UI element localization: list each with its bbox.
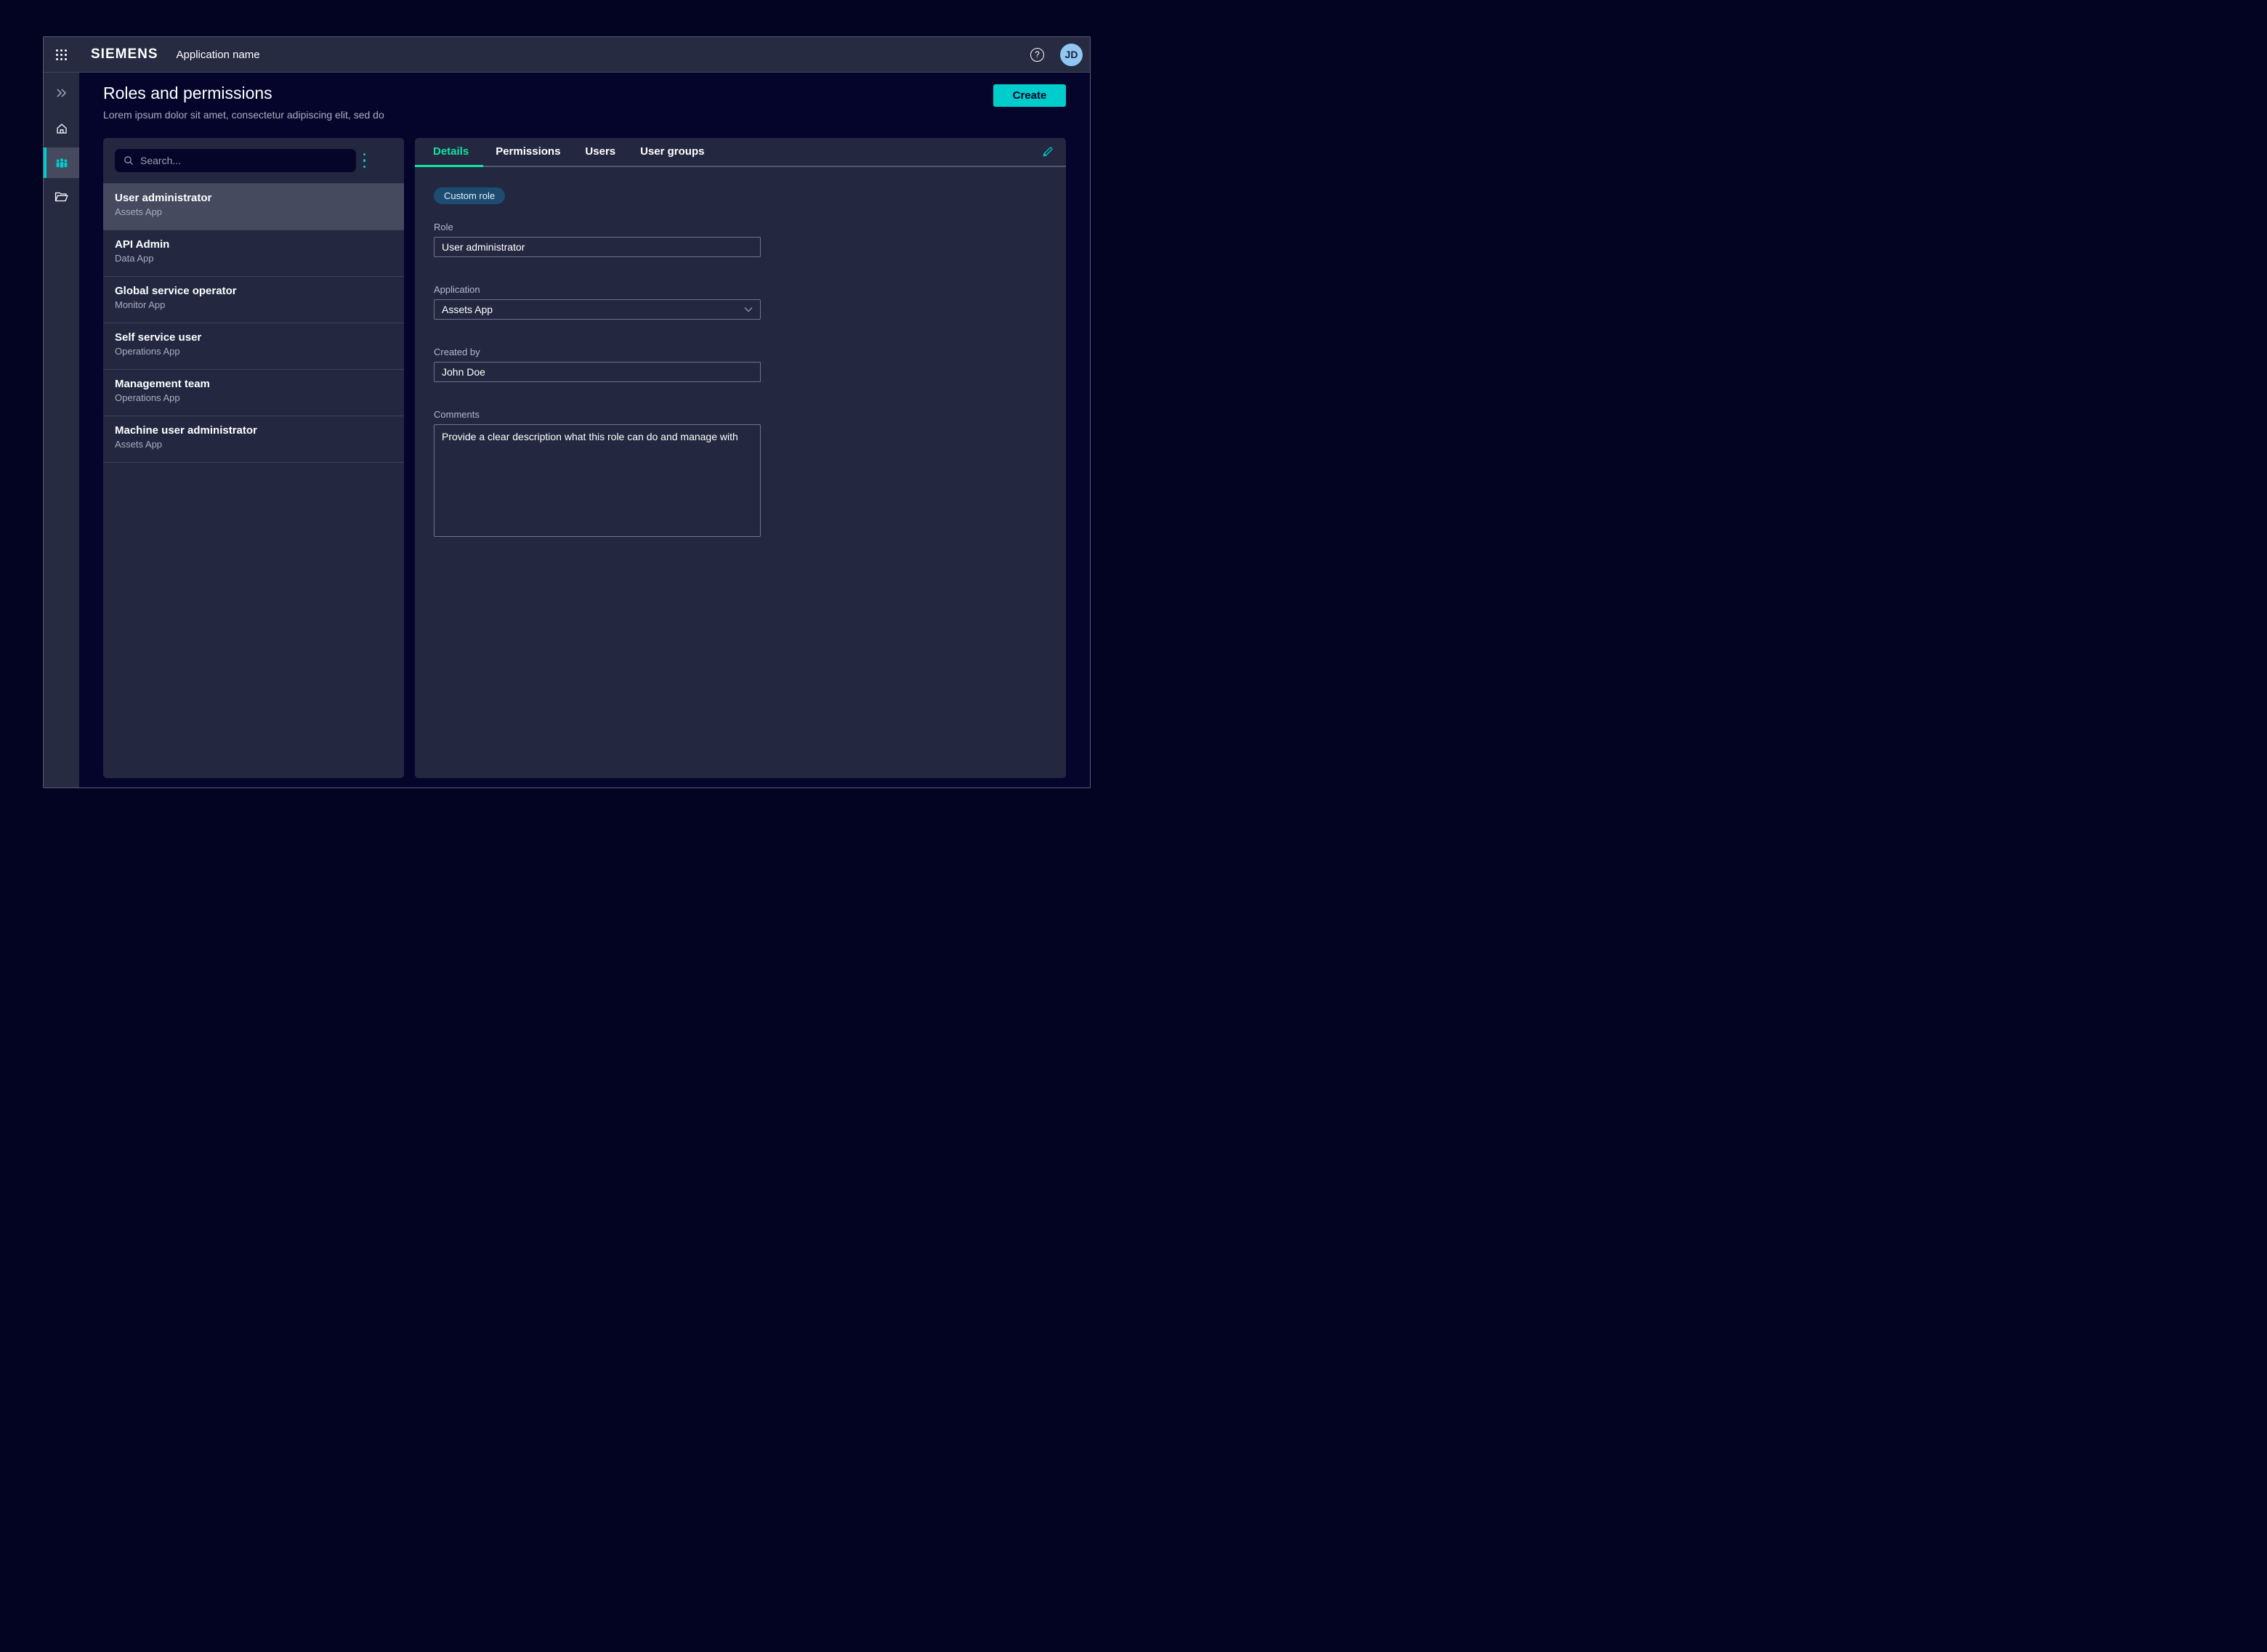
role-field: Role User administrator: [434, 222, 1066, 257]
roles-search-row: Search...: [103, 138, 404, 184]
folder-icon: [54, 191, 68, 203]
role-list-item[interactable]: Machine user administrator Assets App: [103, 416, 404, 463]
role-app: Assets App: [115, 439, 404, 450]
role-list-item[interactable]: Management team Operations App: [103, 370, 404, 416]
question-mark-icon: ?: [1035, 49, 1040, 60]
role-field-label: Role: [434, 222, 1066, 232]
application-name: Application name: [177, 49, 260, 61]
app-window: SIEMENS Application name ? JD: [43, 36, 1091, 788]
role-name: Global service operator: [115, 285, 404, 297]
pencil-icon: [1041, 145, 1054, 158]
created-by-field: Created by John Doe: [434, 347, 1066, 382]
role-name: User administrator: [115, 192, 404, 204]
app-launcher-grid-icon: [56, 49, 67, 60]
sidebar-item-roles-and-permissions[interactable]: [44, 147, 79, 178]
role-name: Self service user: [115, 331, 404, 344]
role-list-item[interactable]: Global service operator Monitor App: [103, 277, 404, 323]
edit-role-button[interactable]: [1041, 145, 1054, 158]
app-launcher-button[interactable]: [44, 49, 79, 60]
sidebar: [44, 73, 79, 787]
application-select[interactable]: Assets App: [434, 299, 761, 320]
role-name: Machine user administrator: [115, 424, 404, 437]
custom-role-badge: Custom role: [434, 187, 505, 204]
created-by-field-label: Created by: [434, 347, 1066, 357]
user-group-icon: [54, 156, 69, 169]
tab-details[interactable]: Details: [415, 138, 483, 167]
role-list-item[interactable]: API Admin Data App: [103, 230, 404, 277]
search-placeholder: Search...: [140, 155, 181, 166]
comments-field-label: Comments: [434, 409, 1066, 420]
double-chevron-right-icon: [56, 89, 68, 97]
created-by-field-input[interactable]: John Doe: [434, 362, 761, 382]
siemens-logo: SIEMENS: [91, 46, 158, 62]
application-field: Application Assets App: [434, 284, 1066, 320]
application-field-label: Application: [434, 284, 1066, 295]
search-input[interactable]: Search...: [115, 149, 356, 172]
kebab-vertical-icon: [363, 153, 366, 156]
role-name: API Admin: [115, 238, 404, 251]
application-select-value: Assets App: [442, 304, 493, 315]
search-icon: [124, 155, 134, 166]
tab-permissions[interactable]: Permissions: [483, 138, 573, 167]
app-background: { "header": { "brand": "SIEMENS", "app_t…: [0, 0, 1134, 826]
role-details-panel: Details Permissions Users User groups C: [415, 138, 1066, 778]
main-content: Roles and permissions Lorem ipsum dolor …: [79, 73, 1090, 787]
role-app: Data App: [115, 253, 404, 264]
page-title: Roles and permissions: [103, 73, 1066, 103]
role-list-item[interactable]: User administrator Assets App: [103, 184, 404, 230]
page-subtitle: Lorem ipsum dolor sit amet, consectetur …: [103, 109, 1066, 121]
details-tabs: Details Permissions Users User groups: [415, 138, 1066, 167]
comments-field: Comments Provide a clear description wha…: [434, 409, 1066, 537]
role-details-form: Custom role Role User administrator Appl…: [415, 167, 1066, 564]
home-icon: [55, 122, 68, 135]
top-navbar: SIEMENS Application name ? JD: [44, 37, 1090, 73]
roles-list-panel: Search... User administrator Assets App …: [103, 138, 404, 778]
page-header: Roles and permissions Lorem ipsum dolor …: [103, 73, 1066, 138]
tab-users[interactable]: Users: [573, 138, 628, 167]
create-button[interactable]: Create: [993, 84, 1066, 107]
sidebar-expand-button[interactable]: [44, 78, 79, 108]
role-field-input[interactable]: User administrator: [434, 237, 761, 257]
role-app: Operations App: [115, 392, 404, 403]
role-name: Management team: [115, 378, 404, 390]
sidebar-item-home[interactable]: [44, 113, 79, 144]
tab-user-groups[interactable]: User groups: [628, 138, 716, 167]
role-app: Assets App: [115, 206, 404, 217]
list-options-button[interactable]: [360, 150, 369, 171]
role-app: Monitor App: [115, 299, 404, 310]
sidebar-item-files[interactable]: [44, 182, 79, 212]
comments-textarea[interactable]: Provide a clear description what this ro…: [434, 424, 761, 537]
chevron-down-icon: [744, 307, 753, 312]
avatar[interactable]: JD: [1060, 44, 1083, 66]
help-button[interactable]: ?: [1030, 48, 1044, 62]
role-list-item[interactable]: Self service user Operations App: [103, 323, 404, 370]
role-app: Operations App: [115, 346, 404, 357]
